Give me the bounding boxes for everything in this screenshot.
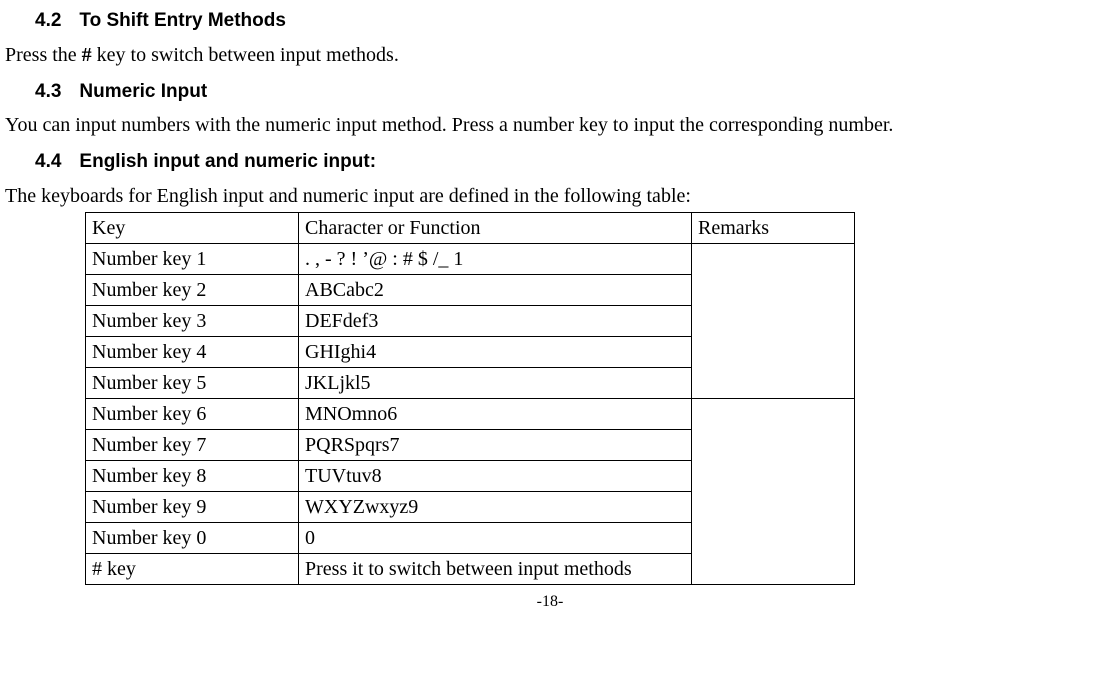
cell-char: JKLjkl5 — [299, 367, 692, 398]
header-key: Key — [86, 212, 299, 243]
paragraph-4-3: You can input numbers with the numeric i… — [5, 111, 1095, 139]
heading-number: 4.3 — [35, 79, 61, 106]
hash-key-text: # — [82, 44, 92, 66]
cell-remarks — [692, 398, 855, 584]
cell-char: . , - ? ! ’@ : # $ /_ 1 — [299, 243, 692, 274]
cell-char: TUVtuv8 — [299, 460, 692, 491]
heading-number: 4.2 — [35, 8, 61, 35]
cell-key: Number key 7 — [86, 429, 299, 460]
cell-char: MNOmno6 — [299, 398, 692, 429]
text: Press the — [5, 44, 82, 66]
keyboard-table: Key Character or Function Remarks Number… — [85, 212, 855, 585]
heading-4-4: 4.4 English input and numeric input: — [35, 149, 1095, 176]
cell-char: Press it to switch between input methods — [299, 553, 692, 584]
cell-key: Number key 3 — [86, 305, 299, 336]
header-remarks: Remarks — [692, 212, 855, 243]
cell-char: ABCabc2 — [299, 274, 692, 305]
heading-title: Numeric Input — [79, 81, 207, 102]
cell-char: DEFdef3 — [299, 305, 692, 336]
cell-key: Number key 8 — [86, 460, 299, 491]
table-header-row: Key Character or Function Remarks — [86, 212, 855, 243]
cell-key: Number key 1 — [86, 243, 299, 274]
cell-char: WXYZwxyz9 — [299, 491, 692, 522]
cell-key: # key — [86, 553, 299, 584]
cell-remarks — [692, 243, 855, 398]
heading-title: To Shift Entry Methods — [79, 10, 286, 31]
heading-4-2: 4.2 To Shift Entry Methods — [35, 8, 1095, 35]
page-number: -18- — [5, 591, 1095, 613]
paragraph-4-2: Press the # key to switch between input … — [5, 41, 1095, 69]
heading-number: 4.4 — [35, 149, 61, 176]
cell-char: GHIghi4 — [299, 336, 692, 367]
paragraph-4-4: The keyboards for English input and nume… — [5, 182, 1095, 210]
heading-title: English input and numeric input: — [79, 151, 376, 172]
cell-char: PQRSpqrs7 — [299, 429, 692, 460]
cell-key: Number key 0 — [86, 522, 299, 553]
cell-char: 0 — [299, 522, 692, 553]
cell-key: Number key 5 — [86, 367, 299, 398]
cell-key: Number key 6 — [86, 398, 299, 429]
cell-key: Number key 9 — [86, 491, 299, 522]
heading-4-3: 4.3 Numeric Input — [35, 79, 1095, 106]
cell-key: Number key 2 — [86, 274, 299, 305]
table-row: Number key 1 . , - ? ! ’@ : # $ /_ 1 — [86, 243, 855, 274]
cell-key: Number key 4 — [86, 336, 299, 367]
text: key to switch between input methods. — [92, 44, 399, 66]
header-char: Character or Function — [299, 212, 692, 243]
table-row: Number key 6 MNOmno6 — [86, 398, 855, 429]
